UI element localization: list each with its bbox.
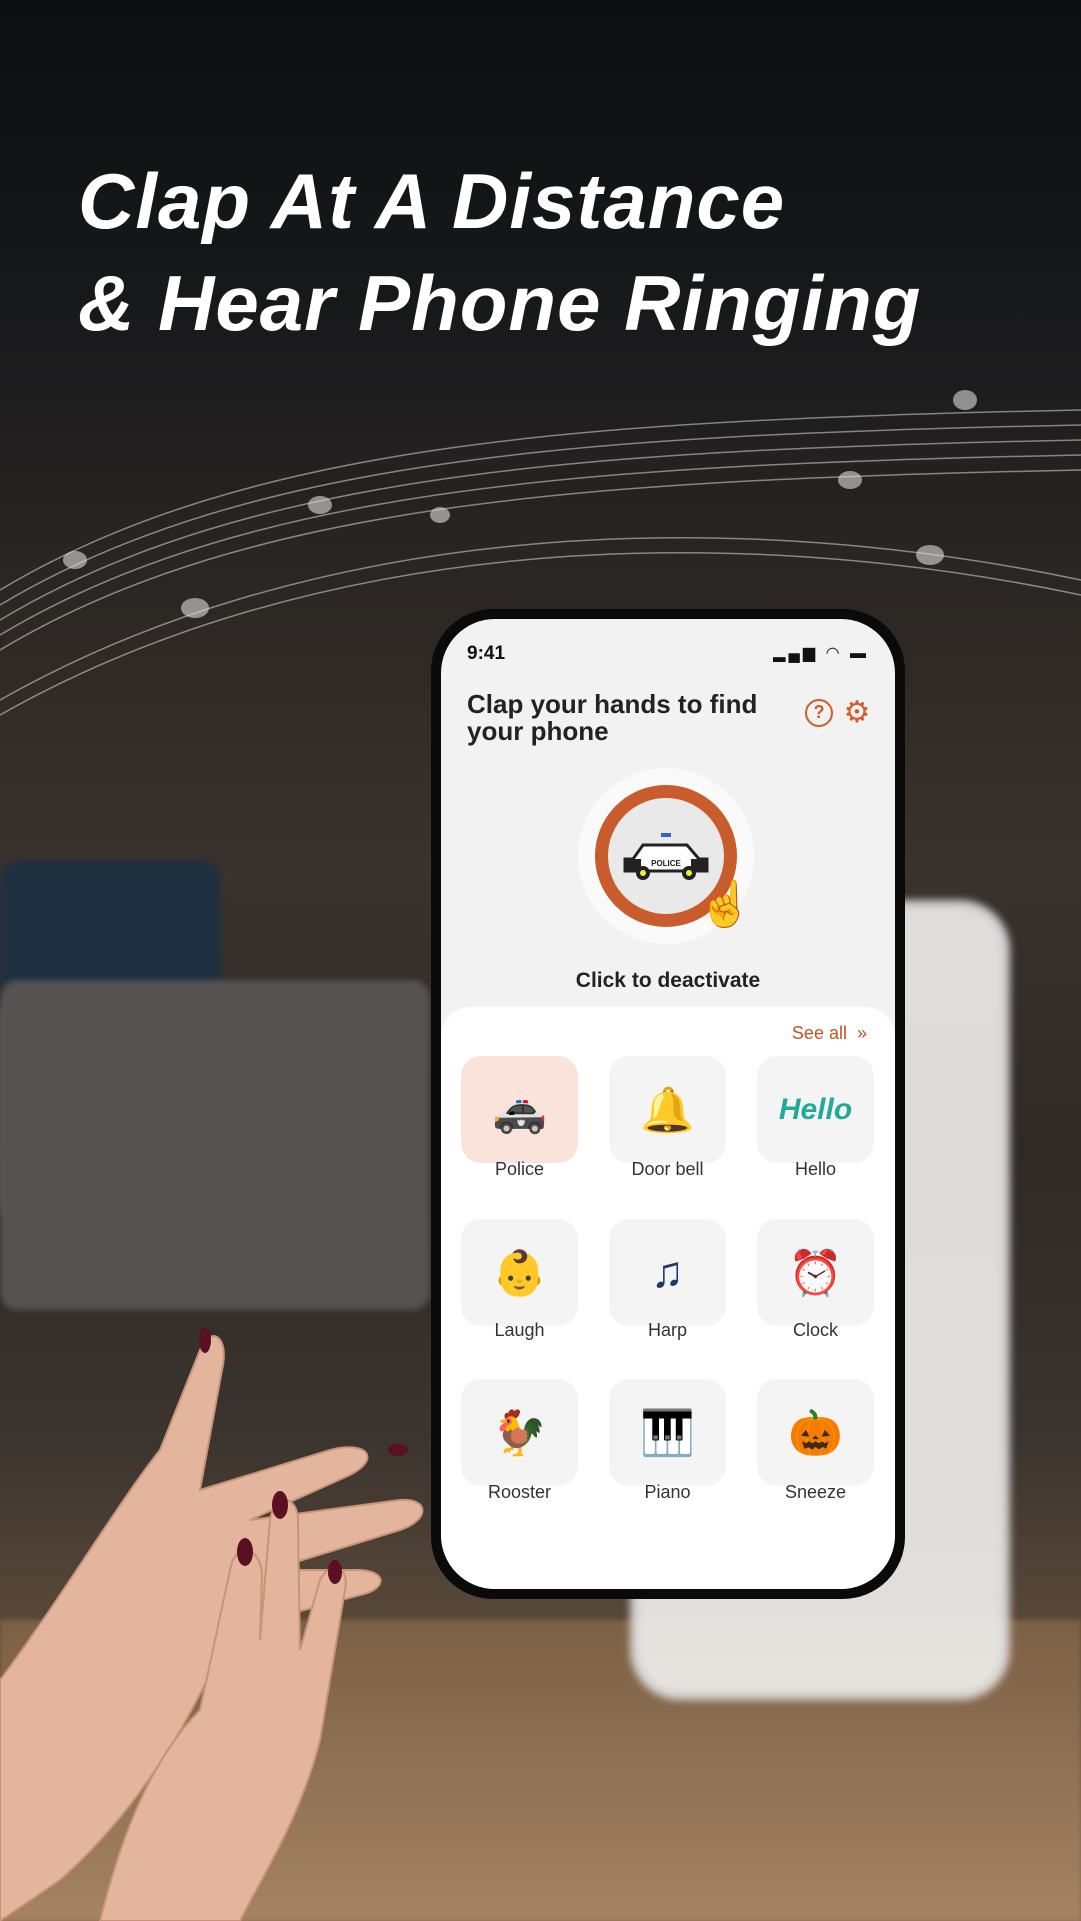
sound-label: Clock	[792, 1320, 838, 1340]
sound-tile-hello[interactable]: Hello	[757, 1056, 874, 1163]
sound-label: Piano	[644, 1482, 691, 1502]
sound-label: Harp	[647, 1320, 687, 1340]
background-sofa	[0, 980, 430, 1310]
double-chevron-right-icon: »	[856, 1023, 867, 1043]
alarm-clock-icon: ⏰	[788, 1248, 843, 1298]
sound-label: Door bell	[631, 1159, 704, 1179]
sound-label: Police	[494, 1159, 545, 1179]
see-all-label: See all	[791, 1023, 847, 1043]
status-icons: ▂▄▆ ◠ ▬	[773, 643, 869, 663]
tap-hand-icon: ☝	[698, 880, 753, 929]
status-time: 9:41	[467, 643, 506, 664]
deactivate-label: Click to deactivate	[575, 969, 761, 992]
piano-icon: 🎹	[640, 1408, 695, 1458]
svg-text:POLICE: POLICE	[651, 859, 681, 868]
help-icon[interactable]: ?	[805, 699, 833, 727]
clapping-hands-image	[0, 1327, 424, 1921]
sound-tile-clock[interactable]: ⏰	[757, 1219, 874, 1326]
battery-icon: ▬	[850, 645, 869, 662]
signal-icon: ▂▄▆	[773, 645, 819, 662]
headline-line-1: Clap At A Distance	[78, 157, 786, 245]
headline: Clap At A Distance & Hear Phone Ringing	[78, 150, 921, 354]
sound-tile-sneeze[interactable]: 🎃	[757, 1379, 874, 1486]
bell-icon: 🔔	[640, 1085, 695, 1135]
pumpkin-sneeze-icon: 🎃	[788, 1408, 843, 1458]
hello-text-icon: Hello	[778, 1092, 853, 1126]
gear-icon[interactable]: ⚙	[843, 698, 871, 728]
harp-icon: ♫	[651, 1247, 684, 1297]
sound-tile-piano[interactable]: 🎹	[609, 1379, 726, 1486]
see-all-link[interactable]: See all »	[792, 1023, 867, 1044]
headline-line-2: & Hear Phone Ringing	[78, 259, 922, 347]
sound-tile-door-bell[interactable]: 🔔	[609, 1056, 726, 1163]
sound-tile-harp[interactable]: ♫	[609, 1219, 726, 1326]
police-car-icon: 🚓	[492, 1085, 547, 1135]
activate-toggle-button[interactable]: POLICE ☝	[578, 768, 754, 944]
sound-tile-police[interactable]: 🚓	[461, 1056, 578, 1163]
sound-label: Sneeze	[784, 1482, 847, 1502]
wifi-icon: ◠	[825, 645, 843, 662]
sound-label: Hello	[794, 1159, 837, 1179]
page-title: Clap your hands to find your phone	[467, 689, 758, 746]
